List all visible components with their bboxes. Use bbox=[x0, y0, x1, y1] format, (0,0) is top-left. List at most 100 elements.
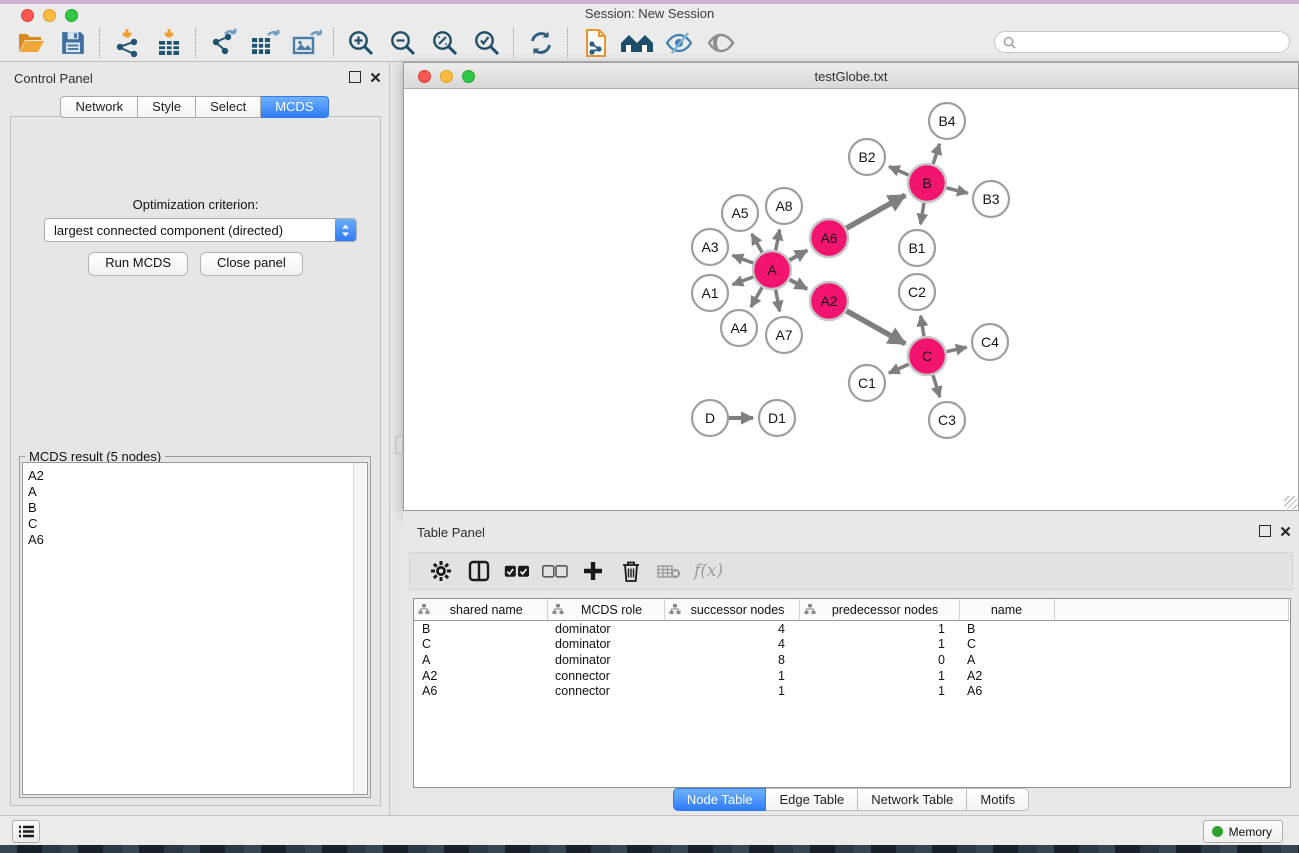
zoom-out-icon[interactable] bbox=[382, 26, 424, 60]
import-table-icon[interactable] bbox=[148, 26, 190, 60]
graph-edge-A-A1[interactable] bbox=[733, 276, 756, 284]
graph-node-C3[interactable]: C3 bbox=[929, 402, 965, 438]
mcds-result-item[interactable]: C bbox=[23, 516, 367, 532]
import-network-icon[interactable] bbox=[106, 26, 148, 60]
mcds-result-item[interactable]: A bbox=[23, 484, 367, 500]
column-header-shared-name[interactable]: shared name bbox=[414, 599, 547, 621]
delete-column-trash-icon[interactable] bbox=[612, 555, 650, 587]
optimization-criterion-select[interactable]: largest connected component (directed) bbox=[44, 218, 357, 242]
left-divider-handle[interactable] bbox=[395, 436, 403, 454]
task-list-button[interactable] bbox=[12, 820, 40, 843]
open-file-icon[interactable] bbox=[10, 26, 52, 60]
select-all-icon[interactable] bbox=[498, 555, 536, 587]
graph-node-B2[interactable]: B2 bbox=[849, 139, 885, 175]
table-mode-gear-icon[interactable] bbox=[422, 555, 460, 587]
memory-button[interactable]: Memory bbox=[1203, 820, 1283, 843]
graph-node-B3[interactable]: B3 bbox=[973, 181, 1009, 217]
graph-edge-A-A3[interactable] bbox=[733, 255, 756, 263]
cell[interactable]: A6 bbox=[414, 683, 547, 699]
tab-select[interactable]: Select bbox=[196, 96, 261, 118]
graph-edge-A-A5[interactable] bbox=[752, 234, 763, 254]
tab-network-table[interactable]: Network Table bbox=[858, 788, 967, 811]
tab-node-table[interactable]: Node Table bbox=[673, 788, 767, 811]
float-panel-icon[interactable] bbox=[349, 71, 361, 83]
cell[interactable]: B bbox=[959, 621, 1054, 637]
tab-style[interactable]: Style bbox=[138, 96, 196, 118]
node-table-grid[interactable]: shared nameMCDS rolesuccessor nodesprede… bbox=[414, 599, 1289, 699]
float-table-panel-icon[interactable] bbox=[1259, 525, 1271, 537]
column-header-MCDS-role[interactable]: MCDS role bbox=[547, 599, 664, 621]
cell[interactable]: 1 bbox=[799, 683, 959, 699]
graph-edge-A6-B[interactable] bbox=[845, 195, 906, 229]
table-row-A2[interactable]: A2connector11A2 bbox=[414, 668, 1289, 684]
graph-node-A7[interactable]: A7 bbox=[766, 317, 802, 353]
graph-edge-C-C3[interactable] bbox=[932, 373, 939, 397]
resize-grip-icon[interactable] bbox=[1284, 496, 1297, 509]
tab-edge-table[interactable]: Edge Table bbox=[766, 788, 858, 811]
zoom-fit-icon[interactable] bbox=[424, 26, 466, 60]
table-row-C[interactable]: Cdominator41C bbox=[414, 637, 1289, 653]
cell[interactable]: A bbox=[959, 652, 1054, 668]
column-header-name[interactable]: name bbox=[959, 599, 1054, 621]
cell[interactable]: A6 bbox=[959, 683, 1054, 699]
cell[interactable]: dominator bbox=[547, 637, 664, 653]
graph-edge-B-B4[interactable] bbox=[933, 144, 940, 166]
cell[interactable]: 4 bbox=[664, 621, 799, 637]
tab-mcds[interactable]: MCDS bbox=[261, 96, 328, 118]
mcds-result-item[interactable]: A2 bbox=[23, 468, 367, 484]
graph-node-B1[interactable]: B1 bbox=[899, 230, 935, 266]
cell[interactable]: 1 bbox=[664, 668, 799, 684]
network-canvas[interactable]: AA6A2BCA5A8A3A1A4A7B2B4B3B1C2C4C1C3DD1 bbox=[404, 89, 1298, 510]
cell[interactable]: dominator bbox=[547, 652, 664, 668]
function-builder-button[interactable]: f(x) bbox=[694, 561, 723, 581]
graph-node-B[interactable]: B bbox=[908, 164, 946, 202]
delete-table-icon[interactable] bbox=[650, 555, 688, 587]
graph-edge-A2-C[interactable] bbox=[845, 310, 906, 344]
graph-edge-B-B1[interactable] bbox=[921, 201, 925, 224]
close-panel-icon[interactable] bbox=[370, 72, 381, 83]
first-neighbors-icon[interactable] bbox=[616, 26, 658, 60]
add-column-icon[interactable] bbox=[574, 555, 612, 587]
graph-edge-C-C4[interactable] bbox=[945, 347, 967, 352]
show-all-icon[interactable] bbox=[700, 26, 742, 60]
cell[interactable]: dominator bbox=[547, 621, 664, 637]
graph-node-B4[interactable]: B4 bbox=[929, 103, 965, 139]
cell[interactable]: 4 bbox=[664, 637, 799, 653]
graph-node-C[interactable]: C bbox=[908, 337, 946, 375]
cell[interactable]: 0 bbox=[799, 652, 959, 668]
cell[interactable]: A bbox=[414, 652, 547, 668]
run-mcds-button[interactable]: Run MCDS bbox=[88, 252, 188, 276]
cell[interactable]: 1 bbox=[664, 683, 799, 699]
graph-node-A1[interactable]: A1 bbox=[692, 275, 728, 311]
graph-edge-A-A4[interactable] bbox=[751, 286, 763, 307]
zoom-selected-icon[interactable] bbox=[466, 26, 508, 60]
hide-selected-icon[interactable] bbox=[658, 26, 700, 60]
close-table-panel-icon[interactable] bbox=[1280, 526, 1291, 537]
cell[interactable]: B bbox=[414, 621, 547, 637]
search-field[interactable] bbox=[994, 31, 1290, 53]
table-row-A[interactable]: Adominator80A bbox=[414, 652, 1289, 668]
graph-edge-C-C1[interactable] bbox=[889, 363, 911, 373]
tab-motifs[interactable]: Motifs bbox=[967, 788, 1029, 811]
cell[interactable]: C bbox=[959, 637, 1054, 653]
cell[interactable]: 1 bbox=[799, 621, 959, 637]
export-table-icon[interactable] bbox=[244, 26, 286, 60]
column-header-successor-nodes[interactable]: successor nodes bbox=[664, 599, 799, 621]
deselect-all-icon[interactable] bbox=[536, 555, 574, 587]
graph-node-A3[interactable]: A3 bbox=[692, 229, 728, 265]
graph-node-A8[interactable]: A8 bbox=[766, 188, 802, 224]
tab-network[interactable]: Network bbox=[60, 96, 138, 118]
new-network-from-selection-icon[interactable] bbox=[574, 26, 616, 60]
graph-edge-A-A6[interactable] bbox=[788, 250, 808, 261]
export-network-icon[interactable] bbox=[202, 26, 244, 60]
column-header-predecessor-nodes[interactable]: predecessor nodes bbox=[799, 599, 959, 621]
graph-node-A6[interactable]: A6 bbox=[810, 219, 848, 257]
show-column-icon[interactable] bbox=[460, 555, 498, 587]
close-panel-button[interactable]: Close panel bbox=[200, 252, 303, 276]
search-input[interactable] bbox=[1016, 32, 1289, 52]
cell[interactable]: 8 bbox=[664, 652, 799, 668]
mcds-result-item[interactable]: A6 bbox=[23, 532, 367, 548]
cell[interactable]: A2 bbox=[959, 668, 1054, 684]
graph-node-A2[interactable]: A2 bbox=[810, 282, 848, 320]
graph-edge-C-C2[interactable] bbox=[921, 316, 925, 339]
